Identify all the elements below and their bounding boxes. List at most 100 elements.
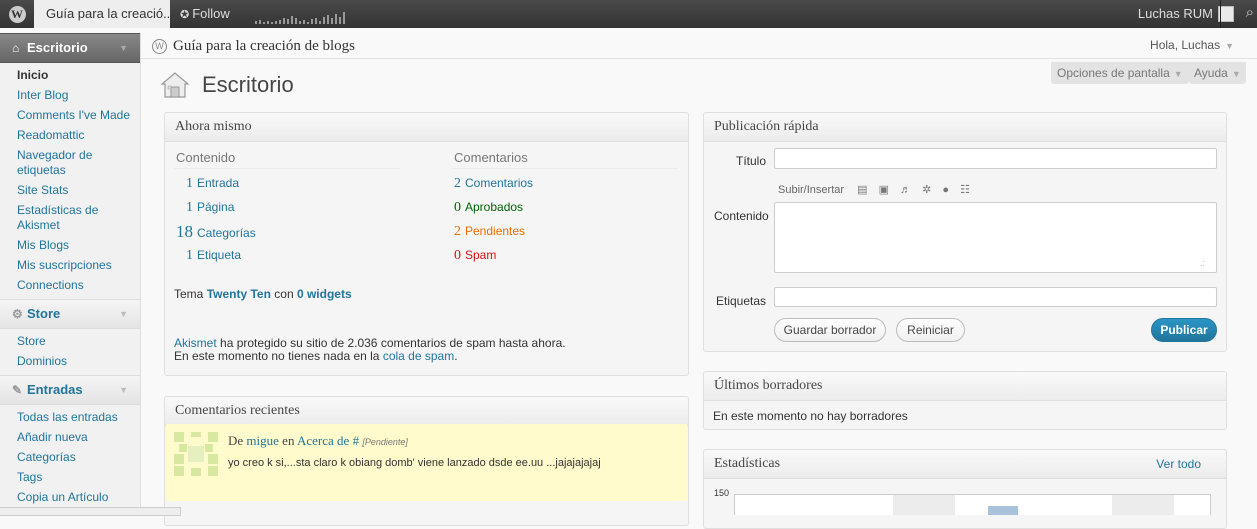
site-title-link[interactable]: Guía para la creació... <box>34 0 170 28</box>
sidebar-item-tags[interactable]: Tags <box>0 468 140 488</box>
resize-handle-icon[interactable]: .: <box>1200 258 1205 268</box>
content-heading: Contenido <box>176 150 236 165</box>
akismet-link[interactable]: Akismet <box>174 336 217 350</box>
form-icon[interactable]: ☷ <box>960 183 970 196</box>
sidebar-item-add-new[interactable]: Añadir nueva <box>0 428 140 448</box>
comment-author-link[interactable]: migue <box>246 433 279 448</box>
audio-icon[interactable]: ♬ <box>900 184 911 196</box>
stat-number: 0 <box>454 200 461 215</box>
menu-store[interactable]: ⚙ Store ▼ <box>0 299 140 329</box>
stats-sparkline[interactable] <box>255 12 355 24</box>
sidebar-item-readomattic[interactable]: Readomattic <box>0 126 140 146</box>
follow-label: Follow <box>192 6 230 21</box>
quick-press-title[interactable]: Publicación rápida <box>704 113 1226 142</box>
sidebar-item-comments-made[interactable]: Comments I've Made <box>0 106 140 126</box>
follow-button[interactable]: ✪ Follow <box>180 0 230 28</box>
comment-on: en <box>282 433 295 448</box>
save-draft-button[interactable]: Guardar borrador <box>774 318 886 342</box>
chevron-down-icon: ▼ <box>1231 69 1241 79</box>
title-input[interactable] <box>774 148 1217 169</box>
menu-escritorio-label: Escritorio <box>27 40 88 55</box>
theme-info: Tema Twenty Ten con 0 widgets <box>174 287 352 301</box>
sidebar-item-inter-blog[interactable]: Inter Blog <box>0 86 140 106</box>
widgets-link[interactable]: 0 widgets <box>297 287 352 301</box>
page-header: Escritorio <box>160 68 294 102</box>
chevron-down-icon: ▼ <box>1173 69 1183 79</box>
submenu-store: Store Dominios <box>0 329 140 375</box>
stat-pages[interactable]: 1 Página <box>186 200 234 216</box>
stats-title[interactable]: Estadísticas Ver todo <box>704 450 1226 479</box>
stat-spam[interactable]: 0 Spam <box>454 248 496 264</box>
sidebar-item-akismet-stats[interactable]: Estadísticas de Akismet <box>0 201 117 236</box>
akismet-info: Akismet ha protegido su sitio de 2.036 c… <box>174 336 566 350</box>
admin-bar: W Guía para la creació... ✪ Follow Luchas… <box>0 0 1257 28</box>
comment-post-link[interactable]: Acerca de # <box>297 433 359 448</box>
sidebar-item-subscriptions[interactable]: Mis suscripciones <box>0 256 140 276</box>
content-textarea[interactable] <box>774 202 1217 273</box>
stat-label: Etiqueta <box>197 248 242 262</box>
no-drafts-text: En este momento no hay borradores <box>713 409 908 423</box>
wordpress-logo-icon[interactable]: W <box>0 0 34 28</box>
spam-queue-suffix: . <box>454 349 458 363</box>
stat-pending[interactable]: 2 Pendientes <box>454 224 525 240</box>
collapse-arrow-icon[interactable]: ▼ <box>119 34 128 62</box>
sidebar-item-categories[interactable]: Categorías <box>0 448 140 468</box>
stat-categories[interactable]: 18 Categorías <box>176 222 256 242</box>
comment-status: [Pendiente] <box>362 437 408 447</box>
recent-drafts-title[interactable]: Últimos borradores <box>704 372 1226 401</box>
sidebar-item-store[interactable]: Store <box>0 332 140 352</box>
spam-queue-prefix: En este momento no tienes nada en la <box>174 349 380 363</box>
theme-link[interactable]: Twenty Ten <box>207 287 271 301</box>
stat-number: 0 <box>454 248 461 263</box>
user-menu[interactable]: Luchas RUM <box>1138 0 1213 28</box>
greeting[interactable]: Hola, Luchas ▼ <box>1150 38 1234 52</box>
stat-posts[interactable]: 1 Entrada <box>186 176 239 192</box>
page-title: Escritorio <box>202 72 294 97</box>
stat-approved[interactable]: 0 Aprobados <box>454 200 523 216</box>
view-all-link[interactable]: Ver todo <box>1156 450 1201 478</box>
stats-title-text: Estadísticas <box>714 456 781 471</box>
sidebar-item-site-stats[interactable]: Site Stats <box>0 181 140 201</box>
browser-status-bar <box>0 507 181 516</box>
right-now-title[interactable]: Ahora mismo <box>165 113 688 142</box>
title-label: Título <box>736 154 767 168</box>
stat-tags[interactable]: 1 Etiqueta <box>186 248 241 264</box>
sidebar-item-connections[interactable]: Connections <box>0 276 140 296</box>
screen-options-button[interactable]: Opciones de pantalla ▼ <box>1051 62 1189 84</box>
tags-input[interactable] <box>774 287 1217 307</box>
reset-button[interactable]: Reiniciar <box>896 318 965 342</box>
video-icon[interactable]: ▣ <box>879 183 889 196</box>
stats-chart <box>734 494 1211 515</box>
breadcrumb: W Guía para la creación de blogs <box>152 35 355 57</box>
y-axis-tick: 150 <box>714 488 730 498</box>
collapse-arrow-icon[interactable]: ▼ <box>119 300 128 328</box>
sidebar-item-my-blogs[interactable]: Mis Blogs <box>0 236 140 256</box>
divider <box>141 58 1257 59</box>
stat-label: Aprobados <box>465 200 524 214</box>
akismet-text: ha protegido su sitio de 2.036 comentari… <box>220 336 566 350</box>
image-icon[interactable]: ▤ <box>857 183 867 196</box>
menu-escritorio[interactable]: ⌂ Escritorio ▼ <box>0 33 140 63</box>
publish-button[interactable]: Publicar <box>1151 318 1217 342</box>
sidebar-item-inicio[interactable]: Inicio <box>0 66 140 86</box>
stat-comments[interactable]: 2 Comentarios <box>454 176 533 192</box>
sidebar-item-copy-post[interactable]: Copia un Artículo <box>0 488 140 508</box>
sidebar-item-all-posts[interactable]: Todas las entradas <box>0 408 140 428</box>
chevron-down-icon: ▼ <box>1225 41 1234 51</box>
recent-comments-title[interactable]: Comentarios recientes <box>165 397 688 426</box>
help-button[interactable]: Ayuda ▼ <box>1189 62 1246 84</box>
poll-icon[interactable]: ● <box>942 184 949 196</box>
stat-label: Pendientes <box>465 224 526 238</box>
media-icon[interactable]: ✲ <box>922 183 931 196</box>
menu-entradas[interactable]: ✎ Entradas ▼ <box>0 375 140 405</box>
sidebar-item-dominios[interactable]: Dominios <box>0 352 140 372</box>
screen-options-label: Opciones de pantalla <box>1057 66 1170 80</box>
upload-insert-label: Subir/Insertar <box>778 184 845 196</box>
help-label: Ayuda <box>1194 66 1228 80</box>
commenter-avatar[interactable] <box>174 432 218 476</box>
search-icon[interactable]: ⌕ <box>1246 4 1254 21</box>
collapse-arrow-icon[interactable]: ▼ <box>119 376 128 404</box>
sidebar-item-tag-browser[interactable]: Navegador de etiquetas <box>0 146 117 181</box>
spam-queue-link[interactable]: cola de spam <box>383 349 454 363</box>
chart-shaded-band <box>1112 495 1174 515</box>
